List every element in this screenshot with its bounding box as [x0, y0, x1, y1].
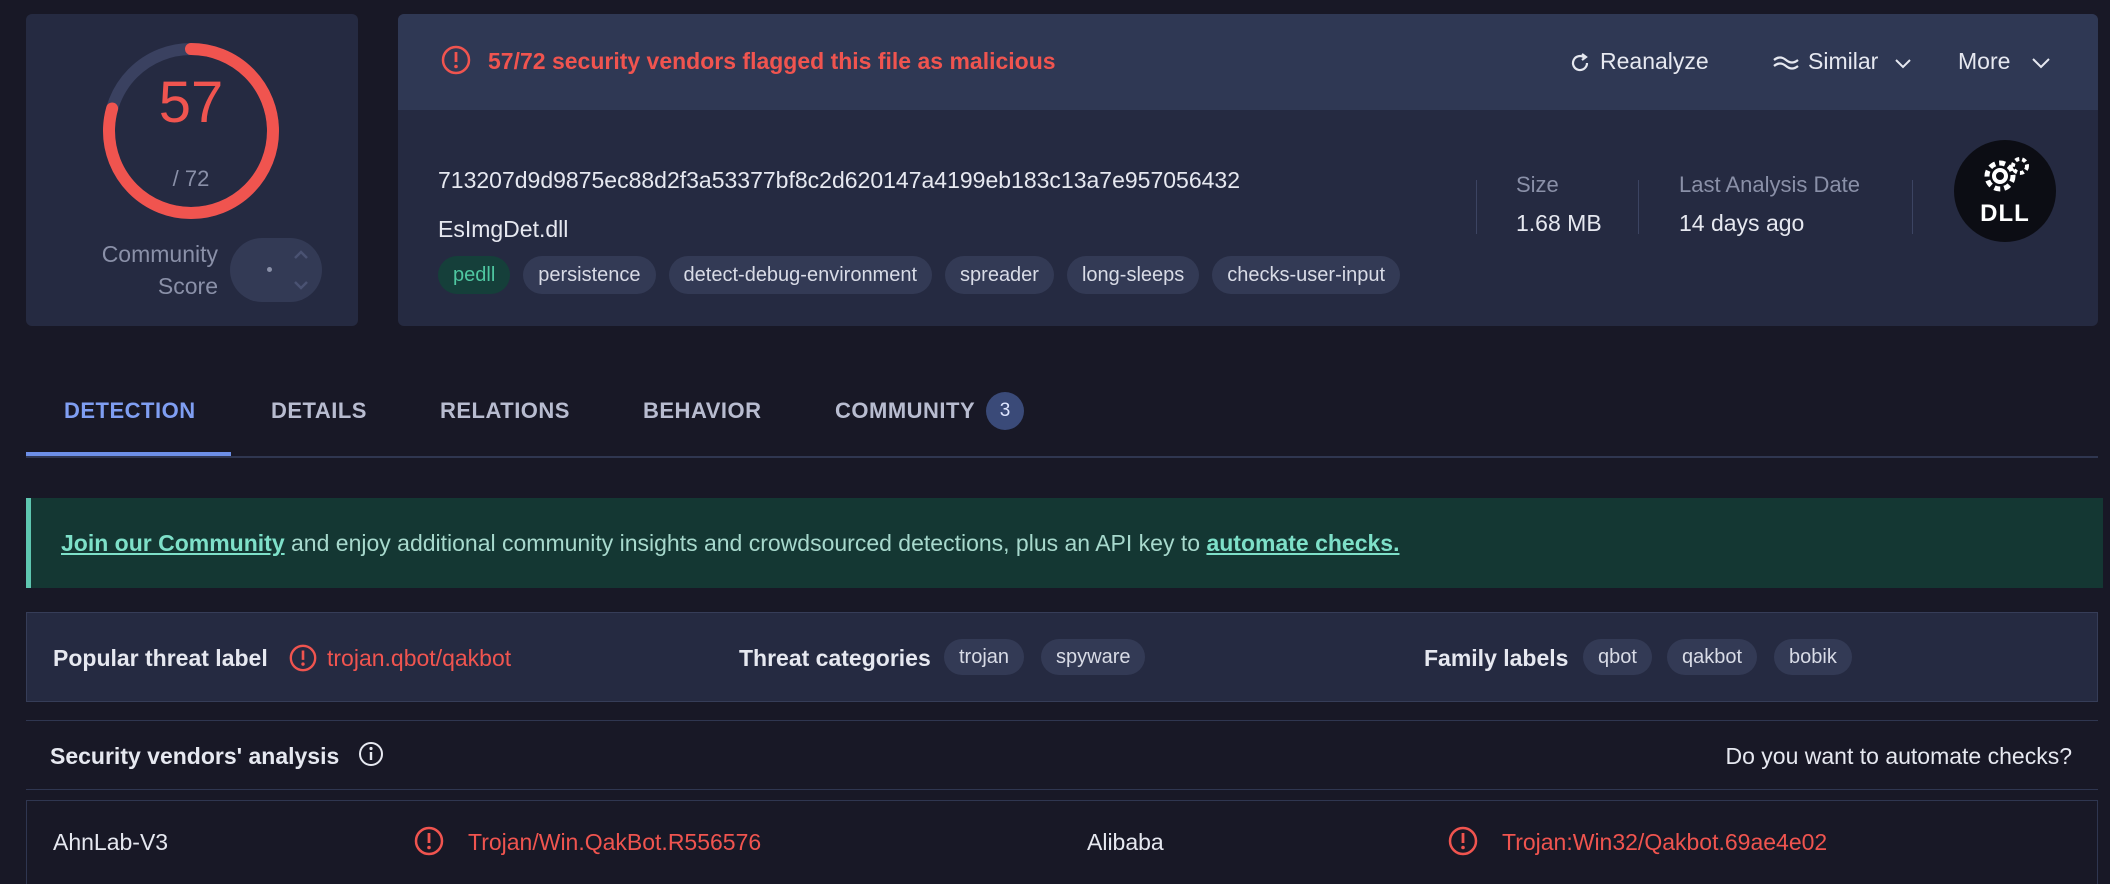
community-count-badge: 3 — [986, 392, 1024, 430]
file-tags: pedll persistence detect-debug-environme… — [438, 256, 1401, 294]
tag-pedll[interactable]: pedll — [438, 256, 511, 294]
banner-body-text: and enjoy additional community insights … — [284, 530, 1207, 556]
join-community-link[interactable]: Join our Community — [61, 530, 285, 556]
threat-category-spyware[interactable]: spyware — [1041, 639, 1146, 675]
chevron-down-icon — [1894, 59, 1911, 69]
similar-dropdown[interactable]: Similar — [1772, 48, 1915, 75]
similar-icon — [1773, 56, 1799, 70]
size-value: 1.68 MB — [1516, 210, 1602, 236]
tab-behavior[interactable]: BEHAVIOR — [643, 398, 762, 424]
threat-category-trojan[interactable]: trojan — [944, 639, 1025, 675]
vendor-name: Alibaba — [1087, 829, 1164, 855]
tab-detection[interactable]: DETECTION — [64, 398, 196, 424]
alert-circle-icon — [414, 826, 444, 856]
community-banner-text: Join our Community and enjoy additional … — [61, 530, 1399, 557]
automate-checks-prompt[interactable]: Do you want to automate checks? — [1726, 743, 2072, 770]
popular-threat-label-title: Popular threat label — [53, 645, 268, 671]
family-label-qakbot[interactable]: qakbot — [1667, 639, 1758, 675]
tag-long-sleeps[interactable]: long-sleeps — [1066, 256, 1200, 294]
popular-threat-label-value[interactable]: trojan.qbot/qakbot — [327, 645, 511, 672]
security-vendors-title: Security vendors' analysis — [50, 743, 340, 769]
reanalyze-label: Reanalyze — [1600, 48, 1709, 74]
more-label: More — [1958, 48, 2011, 74]
divider — [1638, 180, 1639, 234]
vendor-result: Trojan/Win.QakBot.R556576 — [468, 829, 762, 855]
chevron-up-icon[interactable] — [290, 244, 312, 266]
community-score-label: Community Score — [101, 241, 218, 299]
report-tabs: DETECTION DETAILS RELATIONS BEHAVIOR COM… — [26, 376, 2098, 458]
community-vote-control[interactable] — [230, 238, 322, 302]
active-tab-indicator — [26, 452, 231, 456]
table-row: AhnLab-V3 Trojan/Win.QakBot.R556576 Alib… — [26, 800, 2098, 884]
tag-spreader[interactable]: spreader — [945, 256, 1054, 294]
gear-icon — [1984, 157, 2029, 192]
malicious-alert-bar: 57/72 security vendors flagged this file… — [398, 14, 2098, 110]
last-analysis-value: 14 days ago — [1679, 210, 1805, 236]
detection-count: 57 — [158, 70, 224, 135]
malicious-alert-text: 57/72 security vendors flagged this file… — [488, 48, 1056, 74]
file-type-text: DLL — [1980, 200, 2030, 227]
family-labels-title: Family labels — [1424, 645, 1569, 671]
tab-relations[interactable]: RELATIONS — [440, 398, 570, 424]
vendor-result: Trojan:Win32/Qakbot.69ae4e02 — [1502, 829, 1828, 855]
chevron-down-icon — [2032, 58, 2050, 69]
automate-checks-link[interactable]: automate checks. — [1206, 530, 1399, 556]
more-dropdown[interactable]: More — [1958, 48, 2053, 75]
vendor-name: AhnLab-V3 — [53, 829, 169, 855]
file-summary-card: 57/72 security vendors flagged this file… — [398, 14, 2098, 326]
tag-detect-debug-environment[interactable]: detect-debug-environment — [668, 256, 933, 294]
similar-label: Similar — [1808, 48, 1879, 74]
file-hash[interactable]: 713207d9d9875ec88d2f3a53377bf8c2d620147a… — [438, 167, 1240, 194]
tab-details[interactable]: DETAILS — [271, 398, 367, 424]
alert-circle-icon — [441, 45, 471, 75]
divider — [1476, 180, 1477, 234]
file-name: EsImgDet.dll — [438, 216, 569, 242]
tag-checks-user-input[interactable]: checks-user-input — [1212, 256, 1401, 294]
alert-circle-icon — [289, 644, 317, 672]
family-label-bobik[interactable]: bobik — [1774, 639, 1852, 675]
alert-circle-icon — [1448, 826, 1478, 856]
threat-labels-row: Popular threat label trojan.qbot/qakbot … — [26, 612, 2098, 702]
family-label-qbot[interactable]: qbot — [1583, 639, 1652, 675]
dll-file-icon: DLL — [1954, 140, 2056, 242]
community-banner: Join our Community and enjoy additional … — [26, 498, 2103, 588]
divider — [1912, 180, 1913, 234]
refresh-icon — [1571, 53, 1589, 72]
detection-score-card: 57 / 72 Community Score — [26, 14, 358, 326]
community-vote-value — [267, 267, 272, 272]
tab-community[interactable]: COMMUNITY — [835, 398, 975, 424]
info-icon[interactable] — [356, 739, 386, 769]
threat-categories-title: Threat categories — [739, 645, 931, 671]
vendor-total: / 72 — [172, 166, 210, 191]
tag-persistence[interactable]: persistence — [523, 256, 656, 294]
last-analysis-label: Last Analysis Date — [1679, 172, 1860, 197]
chevron-down-icon[interactable] — [290, 274, 312, 296]
reanalyze-button[interactable]: Reanalyze — [1568, 48, 1709, 75]
security-vendors-header: Security vendors' analysis Do you want t… — [26, 720, 2098, 790]
size-label: Size — [1516, 172, 1559, 197]
